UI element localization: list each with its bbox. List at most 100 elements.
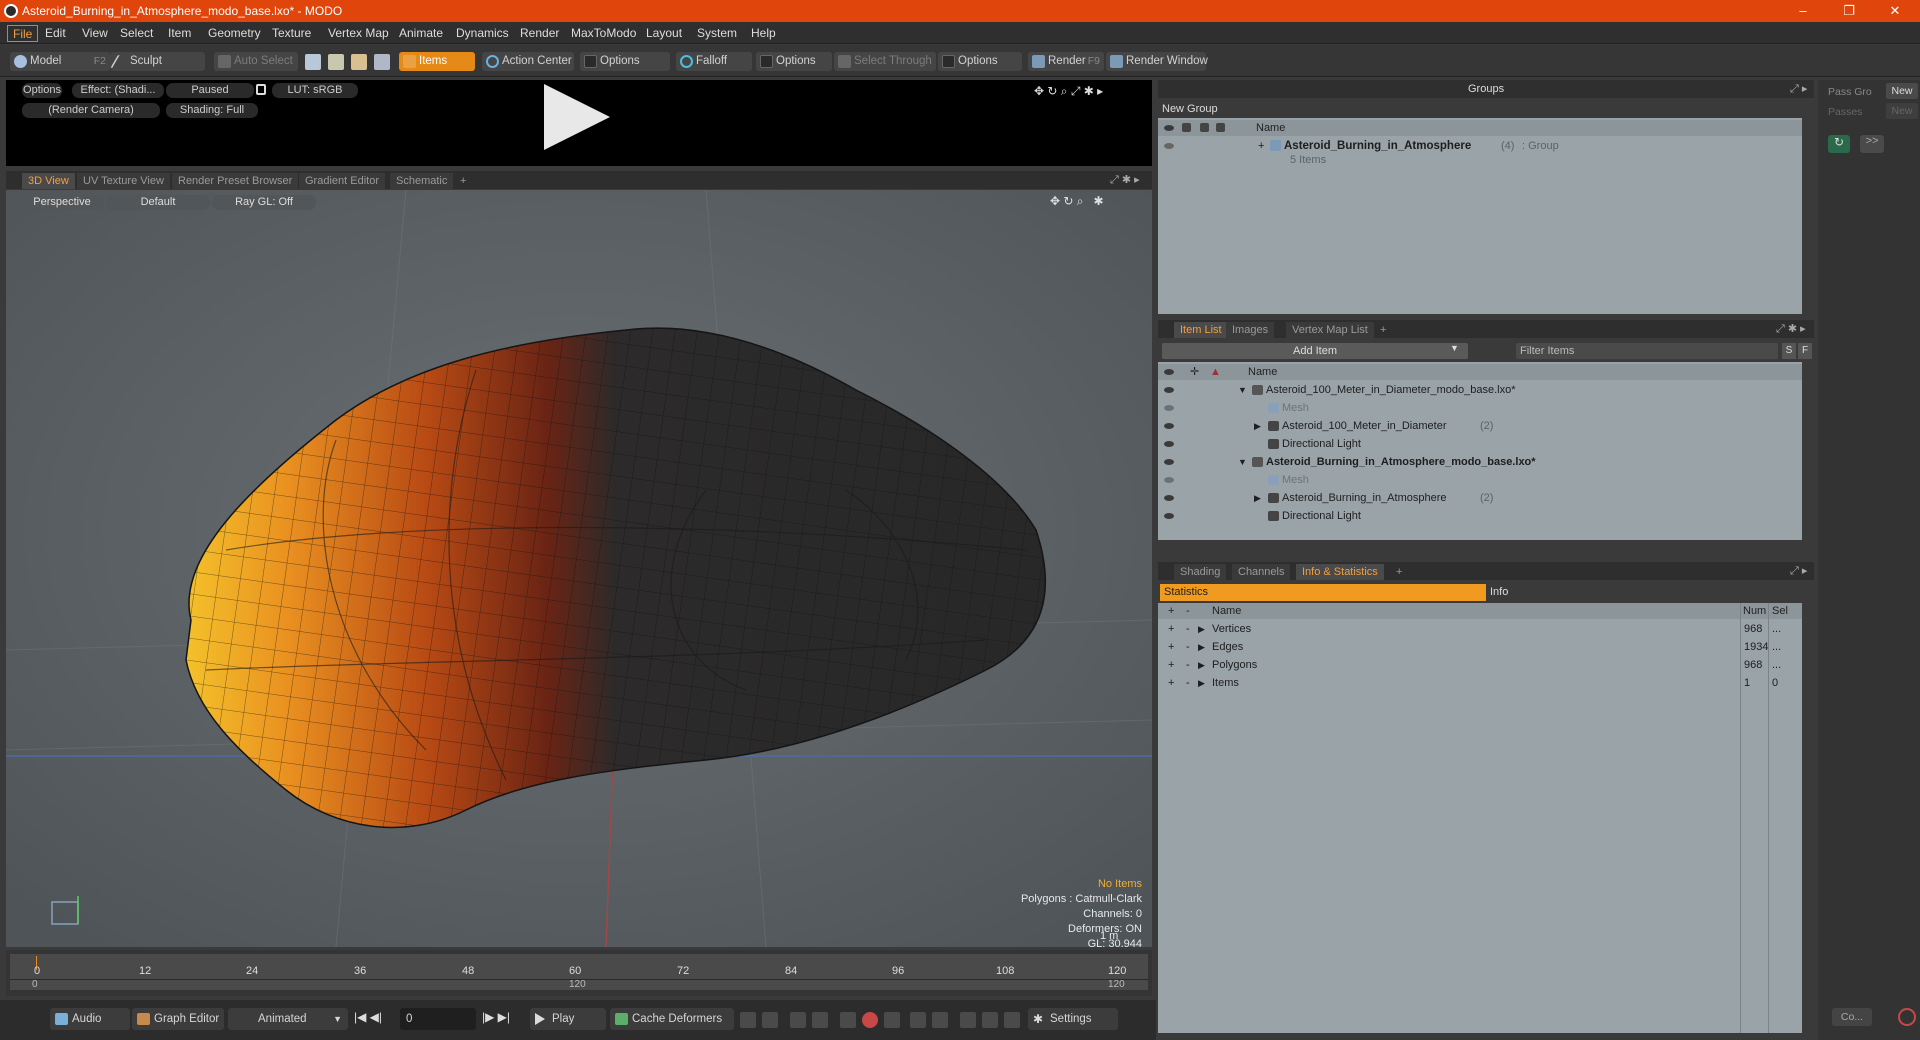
style-default-dropdown[interactable]: Default <box>106 195 210 210</box>
menu-select[interactable]: Select <box>115 25 158 42</box>
list-item[interactable]: + - ▶ Items 1 0 <box>1158 674 1802 692</box>
table-row[interactable]: ▶ Asteroid_Burning_in_Atmosphere (2) <box>1158 489 1802 507</box>
tab-info-statistics[interactable]: Info & Statistics <box>1296 564 1384 580</box>
expand-arrow-icon[interactable]: ▶ <box>1254 417 1261 435</box>
preview-paused-button[interactable]: Paused <box>166 83 254 98</box>
new-group-button[interactable]: New Group <box>1162 103 1218 115</box>
jump-prev-key-icon[interactable] <box>910 1012 926 1028</box>
preview-effect-dropdown[interactable]: Effect: (Shadi... <box>72 83 164 98</box>
viewport-nav-icons[interactable]: ✥ ↻ ⌕ ✱ <box>1050 194 1104 209</box>
edges-mode-icon[interactable] <box>328 54 344 70</box>
tab-shading[interactable]: Shading <box>1174 564 1227 580</box>
co-button[interactable]: Co... <box>1832 1008 1872 1026</box>
expand-plus-button[interactable]: + <box>1168 674 1174 692</box>
add-tab-button[interactable]: + <box>1374 322 1392 338</box>
menu-view[interactable]: View <box>77 25 113 42</box>
new-pass-group-button[interactable]: New <box>1886 83 1918 99</box>
tab-images[interactable]: Images <box>1226 322 1275 338</box>
menu-render[interactable]: Render <box>515 25 564 42</box>
render-window-button[interactable]: Render Window <box>1106 52 1208 71</box>
expand-plus-icon[interactable]: + <box>1258 137 1264 155</box>
list-item[interactable]: + - ▶ Polygons 968... <box>1158 656 1802 674</box>
expand-icon[interactable]: ⤢ ▸ <box>1790 564 1807 578</box>
menu-animate[interactable]: Animate <box>394 25 448 42</box>
preview-nav-icons[interactable]: ✥ ↻ ⌕ ⤢ ✱ ▸ <box>1034 84 1103 99</box>
ping-pong-icon[interactable] <box>982 1012 998 1028</box>
refresh-icon[interactable]: ↻ <box>1828 135 1850 153</box>
menu-item[interactable]: Item <box>163 25 196 42</box>
panel-expand-icon[interactable]: ⤢ ✱ ▸ <box>1110 173 1140 187</box>
sculpt-mode-button[interactable]: Sculpt <box>110 52 205 71</box>
play-button[interactable]: Play <box>530 1008 606 1030</box>
collapse-minus-button[interactable]: - <box>1186 656 1190 674</box>
preview-lut-dropdown[interactable]: LUT: sRGB <box>272 83 358 98</box>
visibility-icon[interactable] <box>1164 405 1174 411</box>
action-center-button[interactable]: Action Center <box>482 52 574 71</box>
tab-gradient-editor[interactable]: Gradient Editor <box>299 173 385 189</box>
menu-help[interactable]: Help <box>746 25 781 42</box>
expand-arrow-icon[interactable]: ▶ <box>1198 620 1205 638</box>
menu-edit[interactable]: Edit <box>40 25 71 42</box>
auto-key-icon[interactable] <box>762 1012 778 1028</box>
table-row[interactable]: Directional Light <box>1158 507 1802 525</box>
menu-maxtomodo[interactable]: MaxToModo <box>566 25 641 42</box>
action-center-options-button[interactable]: Options <box>580 52 670 71</box>
loop-icon[interactable] <box>960 1012 976 1028</box>
menu-texture[interactable]: Texture <box>267 25 316 42</box>
prev-key-icon[interactable] <box>790 1012 806 1028</box>
maximize-button[interactable]: ❐ <box>1826 0 1872 22</box>
menu-layout[interactable]: Layout <box>641 25 687 42</box>
add-tab-button[interactable]: + <box>454 173 472 189</box>
collapse-minus-button[interactable]: - <box>1186 638 1190 656</box>
tab-uv-texture-view[interactable]: UV Texture View <box>77 173 170 189</box>
falloff-options-button[interactable]: Options <box>756 52 832 71</box>
animated-dropdown[interactable]: Animated ▼ <box>228 1008 348 1030</box>
table-row[interactable]: Mesh <box>1158 471 1802 489</box>
jump-next-key-icon[interactable] <box>932 1012 948 1028</box>
polygons-mode-icon[interactable] <box>351 54 367 70</box>
collapse-minus-button[interactable]: - <box>1186 620 1190 638</box>
key-filter-icon[interactable] <box>884 1012 900 1028</box>
next-key-icon[interactable] <box>812 1012 828 1028</box>
visibility-icon[interactable] <box>1164 495 1174 501</box>
play-preview-icon[interactable] <box>544 84 610 150</box>
auto-select-button[interactable]: Auto Select <box>214 52 298 71</box>
tab-3d-view[interactable]: 3D View <box>22 173 75 189</box>
menu-system[interactable]: System <box>692 25 742 42</box>
render-button[interactable]: Render F9 <box>1028 52 1104 71</box>
filter-f-button[interactable]: F <box>1798 343 1812 359</box>
collapse-arrow-icon[interactable]: ▼ <box>1238 453 1247 471</box>
statistics-tab[interactable]: Statistics <box>1160 584 1486 601</box>
tab-render-preset-browser[interactable]: Render Preset Browser <box>172 173 299 189</box>
expand-icon[interactable]: ⤢ ▸ <box>1790 82 1807 96</box>
table-row[interactable]: Mesh <box>1158 399 1802 417</box>
model-mode-button[interactable]: Model F2 <box>10 52 110 71</box>
lock-icon[interactable] <box>256 84 266 95</box>
3d-viewport[interactable]: Perspective Default Ray GL: Off ✥ ↻ ⌕ ✱ … <box>6 190 1152 947</box>
key-icon[interactable] <box>740 1012 756 1028</box>
expand-panel-button[interactable]: >> <box>1860 135 1884 153</box>
expand-arrow-icon[interactable]: ▶ <box>1198 674 1205 692</box>
visibility-icon[interactable] <box>1164 441 1174 447</box>
close-button[interactable]: ✕ <box>1872 0 1918 22</box>
minimize-button[interactable]: – <box>1780 0 1826 22</box>
record-icon[interactable] <box>862 1012 878 1028</box>
select-through-button[interactable]: Select Through <box>834 52 936 71</box>
materials-mode-icon[interactable] <box>374 54 390 70</box>
expand-icon[interactable]: ⤢ ✱ ▸ <box>1776 322 1806 336</box>
tab-vertex-map-list[interactable]: Vertex Map List <box>1286 322 1374 338</box>
list-item[interactable]: + - ▶ Edges 1934... <box>1158 638 1802 656</box>
table-row[interactable]: ▼ Asteroid_100_Meter_in_Diameter_modo_bas… <box>1158 381 1802 399</box>
expand-arrow-icon[interactable]: ▶ <box>1198 638 1205 656</box>
cache-deformers-button[interactable]: Cache Deformers <box>610 1008 734 1030</box>
settings-button[interactable]: ✱ Settings <box>1028 1008 1118 1030</box>
preview-shading-dropdown[interactable]: Shading: Full <box>166 103 258 118</box>
table-row[interactable]: Directional Light <box>1158 435 1802 453</box>
visibility-icon[interactable] <box>1164 459 1174 465</box>
jump-start-icon[interactable]: |◀ ◀| <box>354 1010 382 1024</box>
preview-options-button[interactable]: Options <box>22 83 62 98</box>
step-forward-icon[interactable]: |▶ ▶| <box>482 1010 510 1024</box>
tab-channels[interactable]: Channels <box>1232 564 1291 580</box>
filter-items-input[interactable]: Filter Items <box>1516 343 1778 359</box>
vertices-mode-icon[interactable] <box>305 54 321 70</box>
